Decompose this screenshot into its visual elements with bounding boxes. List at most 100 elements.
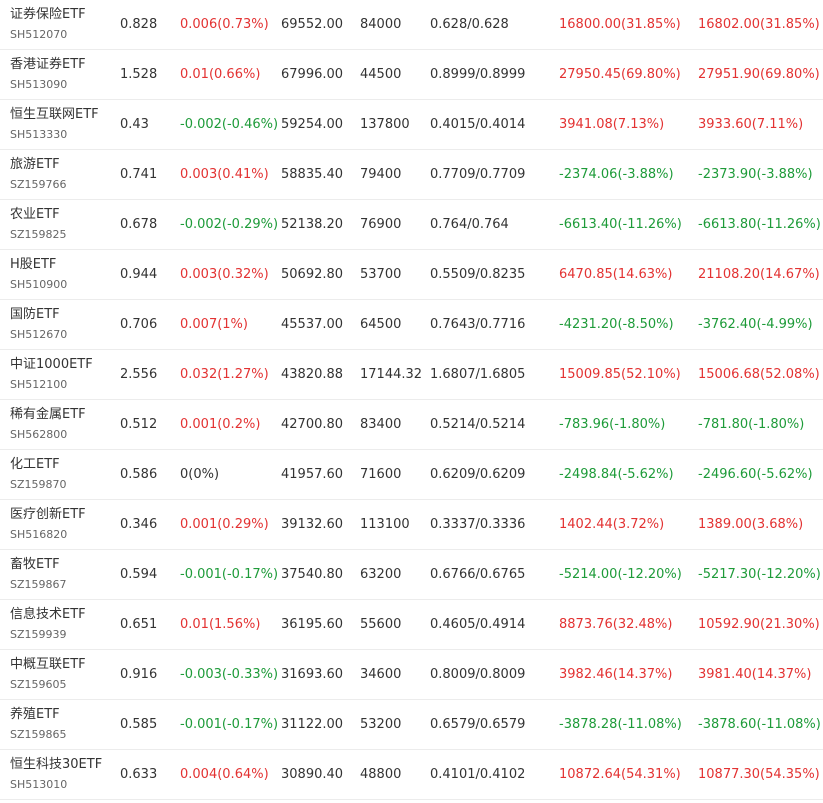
price-cell: 0.43 (120, 117, 149, 132)
fund-name[interactable]: 中证1000ETF (10, 356, 93, 374)
table-row[interactable]: 信息技术ETF SZ159939 0.651 0.01(1.56%) 36195.60 5… (0, 600, 823, 650)
market-value-cell: 59254.00 (281, 117, 344, 132)
quantity-cell: 137800 (360, 117, 410, 132)
price-cost-cell: 0.764/0.764 (430, 217, 509, 232)
price-cost-cell: 0.8009/0.8009 (430, 667, 526, 682)
change-cell: 0.001(0.2%) (180, 417, 261, 432)
price-cost-cell: 0.5214/0.5214 (430, 417, 526, 432)
fund-name-cell[interactable]: 信息技术ETF SZ159939 (10, 606, 86, 644)
profit-cell: -4231.20(-8.50%) (559, 317, 674, 332)
fund-code: SH516820 (10, 528, 68, 541)
table-row[interactable]: 恒生互联网ETF SH513330 0.43 -0.002(-0.46%) 59254.… (0, 100, 823, 150)
fund-code: SZ159825 (10, 228, 67, 241)
fund-name-cell[interactable]: 农业ETF SZ159825 (10, 206, 67, 244)
fund-name[interactable]: 化工ETF (10, 456, 67, 474)
fund-name[interactable]: 畜牧ETF (10, 556, 67, 574)
quantity-cell: 113100 (360, 517, 410, 532)
fund-name-cell[interactable]: 畜牧ETF SZ159867 (10, 556, 67, 594)
fund-name[interactable]: 国防ETF (10, 306, 67, 324)
fund-name[interactable]: 稀有金属ETF (10, 406, 86, 424)
fund-name[interactable]: H股ETF (10, 256, 67, 274)
fund-name-cell[interactable]: 香港证券ETF SH513090 (10, 56, 86, 94)
price-cell: 0.944 (120, 267, 158, 282)
quantity-cell: 44500 (360, 67, 402, 82)
fund-name-cell[interactable]: 恒生互联网ETF SH513330 (10, 106, 99, 144)
change-cell: -0.002(-0.46%) (180, 117, 279, 132)
fund-code: SH512100 (10, 378, 68, 391)
table-row[interactable]: 稀有金属ETF SH562800 0.512 0.001(0.2%) 42700.80 8… (0, 400, 823, 450)
price-cost-cell: 0.6209/0.6209 (430, 467, 526, 482)
fund-name-cell[interactable]: 养殖ETF SZ159865 (10, 706, 67, 744)
price-cost-cell: 0.3337/0.3336 (430, 517, 526, 532)
total-profit-cell: -2496.60(-5.62%) (698, 467, 813, 482)
fund-name-cell[interactable]: 稀有金属ETF SH562800 (10, 406, 86, 444)
fund-name[interactable]: 证券保险ETF (10, 6, 86, 24)
table-row[interactable]: 养殖ETF SZ159865 0.585 -0.001(-0.17%) 31122.00… (0, 700, 823, 750)
fund-name[interactable]: 医疗创新ETF (10, 506, 86, 524)
market-value-cell: 69552.00 (281, 17, 344, 32)
market-value-cell: 36195.60 (281, 617, 344, 632)
table-row[interactable]: 化工ETF SZ159870 0.586 0(0%) 41957.60 71600 0.62… (0, 450, 823, 500)
profit-cell: -2374.06(-3.88%) (559, 167, 674, 182)
fund-name-cell[interactable]: 医疗创新ETF SH516820 (10, 506, 86, 544)
fund-name-cell[interactable]: 旅游ETF SZ159766 (10, 156, 67, 194)
total-profit-cell: -6613.80(-11.26%) (698, 217, 821, 232)
table-row[interactable]: 农业ETF SZ159825 0.678 -0.002(-0.29%) 52138.20… (0, 200, 823, 250)
fund-name-cell[interactable]: 中概互联ETF SZ159605 (10, 656, 86, 694)
table-row[interactable]: 国防ETF SH512670 0.706 0.007(1%) 45537.00 64500… (0, 300, 823, 350)
fund-name-cell[interactable]: 恒生科技30ETF SH513010 (10, 756, 102, 794)
table-row[interactable]: 证券保险ETF SH512070 0.828 0.006(0.73%) 69552.00… (0, 0, 823, 50)
price-cell: 0.828 (120, 17, 158, 32)
total-profit-cell: 16802.00(31.85%) (698, 17, 820, 32)
fund-name-cell[interactable]: 化工ETF SZ159870 (10, 456, 67, 494)
table-row[interactable]: H股ETF SH510900 0.944 0.003(0.32%) 50692.80 53… (0, 250, 823, 300)
fund-code: SZ159867 (10, 578, 67, 591)
price-cost-cell: 0.7709/0.7709 (430, 167, 526, 182)
total-profit-cell: 1389.00(3.68%) (698, 517, 804, 532)
change-cell: 0.01(0.66%) (180, 67, 261, 82)
fund-name-cell[interactable]: H股ETF SH510900 (10, 256, 67, 294)
table-row[interactable]: 中证1000ETF SH512100 2.556 0.032(1.27%) 43820.… (0, 350, 823, 400)
total-profit-cell: 3981.40(14.37%) (698, 667, 812, 682)
market-value-cell: 31122.00 (281, 717, 344, 732)
table-row[interactable]: 恒生科技30ETF SH513010 0.633 0.004(0.64%) 30890.… (0, 750, 823, 800)
fund-name[interactable]: 恒生科技30ETF (10, 756, 102, 774)
change-cell: -0.001(-0.17%) (180, 717, 279, 732)
table-row[interactable]: 医疗创新ETF SH516820 0.346 0.001(0.29%) 39132.60… (0, 500, 823, 550)
price-cost-cell: 0.4605/0.4914 (430, 617, 526, 632)
market-value-cell: 37540.80 (281, 567, 344, 582)
quantity-cell: 63200 (360, 567, 402, 582)
market-value-cell: 50692.80 (281, 267, 344, 282)
quantity-cell: 55600 (360, 617, 402, 632)
profit-cell: -5214.00(-12.20%) (559, 567, 682, 582)
change-cell: 0.003(0.41%) (180, 167, 269, 182)
fund-name[interactable]: 信息技术ETF (10, 606, 86, 624)
fund-name-cell[interactable]: 国防ETF SH512670 (10, 306, 67, 344)
profit-cell: 8873.76(32.48%) (559, 617, 673, 632)
fund-name[interactable]: 旅游ETF (10, 156, 67, 174)
fund-name[interactable]: 农业ETF (10, 206, 67, 224)
market-value-cell: 67996.00 (281, 67, 344, 82)
total-profit-cell: -2373.90(-3.88%) (698, 167, 813, 182)
fund-code: SZ159939 (10, 628, 67, 641)
price-cell: 0.741 (120, 167, 158, 182)
fund-code: SZ159605 (10, 678, 67, 691)
price-cell: 2.556 (120, 367, 158, 382)
price-cell: 0.594 (120, 567, 158, 582)
fund-name[interactable]: 中概互联ETF (10, 656, 86, 674)
table-row[interactable]: 香港证券ETF SH513090 1.528 0.01(0.66%) 67996.00 4… (0, 50, 823, 100)
table-row[interactable]: 中概互联ETF SZ159605 0.916 -0.003(-0.33%) 31693.… (0, 650, 823, 700)
table-row[interactable]: 旅游ETF SZ159766 0.741 0.003(0.41%) 58835.40 79… (0, 150, 823, 200)
fund-code: SH512670 (10, 328, 68, 341)
fund-name-cell[interactable]: 中证1000ETF SH512100 (10, 356, 93, 394)
fund-name[interactable]: 养殖ETF (10, 706, 67, 724)
price-cell: 0.346 (120, 517, 158, 532)
table-row[interactable]: 畜牧ETF SZ159867 0.594 -0.001(-0.17%) 37540.80… (0, 550, 823, 600)
quantity-cell: 83400 (360, 417, 402, 432)
fund-name[interactable]: 恒生互联网ETF (10, 106, 99, 124)
change-cell: 0.01(1.56%) (180, 617, 261, 632)
fund-code: SH513330 (10, 128, 68, 141)
fund-name[interactable]: 香港证券ETF (10, 56, 86, 74)
change-cell: -0.002(-0.29%) (180, 217, 279, 232)
fund-name-cell[interactable]: 证券保险ETF SH512070 (10, 6, 86, 44)
